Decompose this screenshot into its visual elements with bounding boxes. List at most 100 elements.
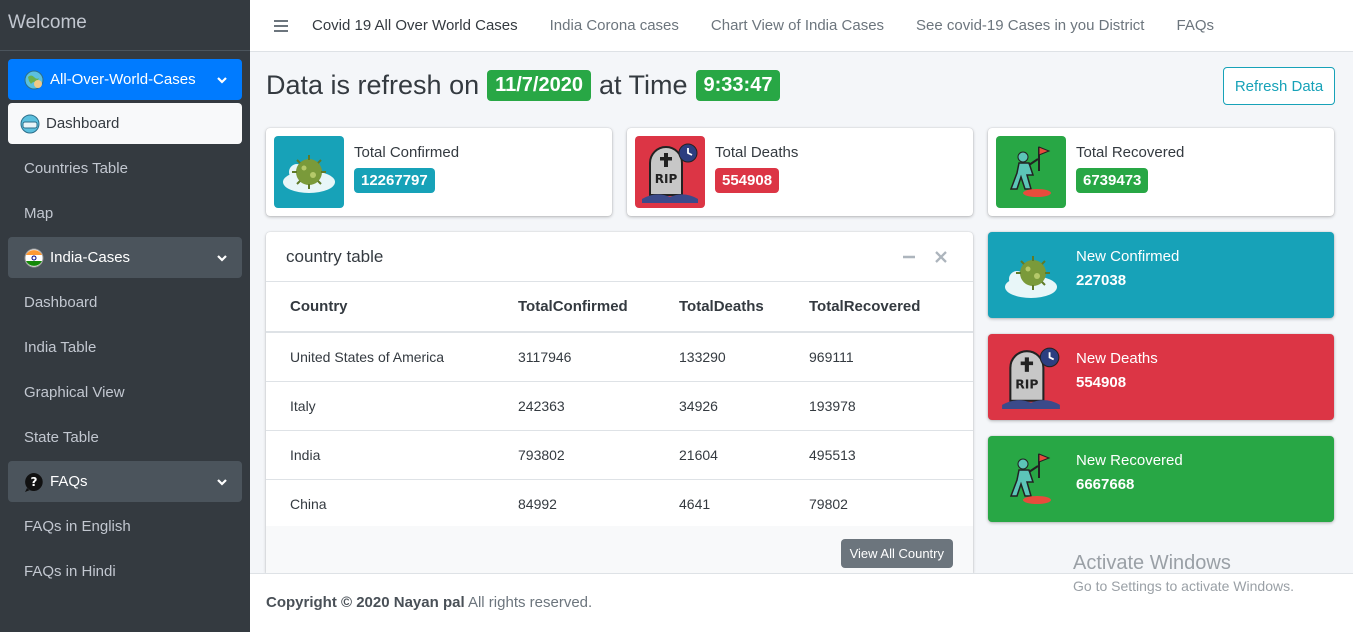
svg-text:?: ?	[31, 475, 38, 489]
info-box-total-confirmed: Total Confirmed 12267797	[266, 128, 612, 216]
table-cell: 495513	[809, 430, 973, 480]
table-cell: India	[266, 430, 518, 480]
rip-tombstone-icon: RIP	[996, 342, 1066, 412]
sidebar-item-faqs[interactable]: ? FAQs	[8, 461, 242, 502]
view-all-country-button[interactable]: View All Country	[840, 539, 953, 568]
card-title: country table	[286, 246, 384, 266]
table-cell: 969111	[809, 332, 973, 382]
rights-text: All rights reserved.	[464, 594, 593, 611]
sidebar-item-map[interactable]: Map	[8, 192, 242, 235]
rip-tombstone-icon: RIP	[635, 136, 705, 208]
table-header-row: Country TotalConfirmed TotalDeaths Total…	[266, 282, 973, 333]
small-box-value: 227038	[1076, 272, 1127, 289]
sidebar-item-label: FAQs in Hindi	[24, 563, 116, 580]
table-cell: China	[266, 479, 518, 529]
main-content: Data is refresh on 11/7/2020 at Time 9:3…	[250, 52, 1353, 573]
column-header: TotalConfirmed	[518, 282, 679, 333]
sidebar-item-dashboard-world[interactable]: Dashboard	[8, 103, 242, 144]
table-cell: 3117946	[518, 332, 679, 382]
heading-prefix: Data is refresh on	[266, 70, 480, 100]
table-row: India 793802 21604 495513	[266, 430, 973, 480]
collapse-icon[interactable]	[897, 245, 921, 269]
sidebar-item-india-cases[interactable]: India-Cases	[8, 237, 242, 278]
info-box-value: 6739473	[1076, 168, 1149, 193]
sidebar-item-india-table[interactable]: India Table	[8, 326, 242, 369]
sidebar-item-faqs-hindi[interactable]: FAQs in Hindi	[8, 550, 242, 593]
page-title: Data is refresh on 11/7/2020 at Time 9:3…	[266, 70, 788, 101]
country-table-card: country table Country TotalConfirmed Tot…	[266, 232, 973, 573]
small-box-value: 554908	[1076, 374, 1127, 391]
sidebar-item-graphical-view[interactable]: Graphical View	[8, 371, 242, 414]
table-row: China 84992 4641 79802	[266, 479, 973, 529]
table-row: United States of America 3117946 133290 …	[266, 332, 973, 382]
table-cell: 133290	[679, 332, 809, 382]
sidebar-item-faqs-english[interactable]: FAQs in English	[8, 505, 242, 548]
chevron-down-icon	[217, 478, 227, 486]
sidebar-nav: All-Over-World-Cases Dashboard Countries…	[0, 51, 250, 603]
heading-middle: at Time	[598, 70, 688, 100]
sidebar-item-label: State Table	[24, 429, 99, 446]
table-cell: 793802	[518, 430, 679, 480]
refresh-data-button[interactable]: Refresh Data	[1223, 67, 1335, 105]
chevron-down-icon	[217, 76, 227, 84]
sidebar-item-state-table[interactable]: State Table	[8, 416, 242, 459]
virus-icon	[274, 136, 344, 208]
table-row: Italy 242363 34926 193978	[266, 381, 973, 431]
table-cell: 242363	[518, 381, 679, 431]
question-bubble-icon: ?	[22, 470, 46, 494]
globe-icon	[22, 68, 46, 92]
card-header: country table	[266, 232, 973, 282]
climber-flag-icon	[996, 444, 1066, 514]
nav-link-district-cases[interactable]: See covid-19 Cases in you District	[916, 17, 1144, 34]
table-cell: United States of America	[266, 332, 518, 382]
info-box-label: Total Deaths	[715, 144, 799, 161]
info-box-value: 554908	[715, 168, 780, 193]
card-footer: View All Country	[266, 526, 973, 573]
sidebar-item-label: FAQs in English	[24, 518, 131, 535]
table-cell: 4641	[679, 479, 809, 529]
refresh-date-badge: 11/7/2020	[487, 70, 591, 101]
info-box-total-deaths: RIP Total Deaths 554908	[627, 128, 973, 216]
sidebar-item-label: Graphical View	[24, 384, 125, 401]
svg-text:RIP: RIP	[655, 172, 678, 186]
sidebar-item-label: Dashboard	[46, 115, 120, 132]
sidebar-item-label: All-Over-World-Cases	[50, 71, 196, 88]
nav-link-faqs[interactable]: FAQs	[1176, 17, 1214, 34]
watermark-subtitle: Go to Settings to activate Windows.	[1073, 578, 1294, 594]
info-box-label: Total Recovered	[1076, 144, 1185, 161]
svg-text:RIP: RIP	[1015, 377, 1038, 391]
small-box-label: New Recovered	[1076, 452, 1183, 469]
sidebar-item-all-over-world-cases[interactable]: All-Over-World-Cases	[8, 59, 242, 100]
sidebar-item-label: FAQs	[50, 473, 88, 490]
sidebar-item-countries-table[interactable]: Countries Table	[8, 147, 242, 190]
hamburger-menu-icon[interactable]	[274, 19, 288, 32]
column-header: TotalDeaths	[679, 282, 809, 333]
info-box-value: 12267797	[354, 168, 435, 193]
nav-link-chart-view[interactable]: Chart View of India Cases	[711, 17, 884, 34]
table-cell: Italy	[266, 381, 518, 431]
globe-mask-icon	[18, 112, 42, 136]
sidebar-item-label: India-Cases	[50, 249, 131, 266]
table-cell: 21604	[679, 430, 809, 480]
nav-link-world-cases[interactable]: Covid 19 All Over World Cases	[312, 17, 518, 34]
sidebar-item-label: Map	[24, 205, 54, 222]
brand-title[interactable]: Welcome	[0, 0, 250, 51]
watermark-title: Activate Windows	[1073, 552, 1231, 574]
copyright-text: Copyright © 2020 Nayan pal	[266, 594, 465, 611]
close-icon[interactable]	[929, 245, 953, 269]
refresh-time-badge: 9:33:47	[695, 70, 781, 101]
nav-link-india-cases[interactable]: India Corona cases	[550, 17, 679, 34]
small-box-new-deaths: RIP New Deaths 554908	[988, 334, 1334, 420]
small-box-value: 6667668	[1076, 476, 1135, 493]
sidebar-item-label: Dashboard	[24, 294, 98, 311]
sidebar: Welcome All-Over-World-Cases Dashboard C…	[0, 0, 250, 632]
climber-flag-icon	[996, 136, 1066, 208]
virus-icon	[996, 240, 1066, 310]
sidebar-item-dashboard-india[interactable]: Dashboard	[8, 281, 242, 324]
sidebar-item-label: Countries Table	[24, 160, 128, 177]
info-box-total-recovered: Total Recovered 6739473	[988, 128, 1334, 216]
column-header: Country	[266, 282, 518, 333]
column-header: TotalRecovered	[809, 282, 973, 333]
chevron-down-icon	[217, 254, 227, 262]
small-box-new-confirmed: New Confirmed 227038	[988, 232, 1334, 318]
